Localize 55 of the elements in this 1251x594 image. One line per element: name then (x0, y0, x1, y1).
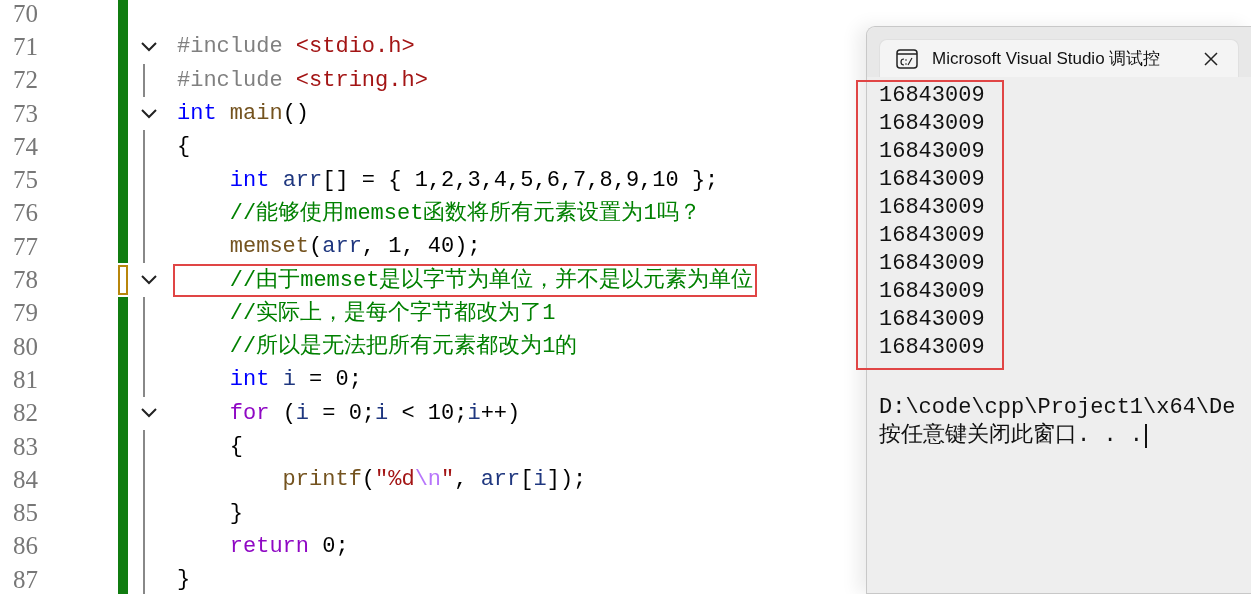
code-line: #include <stdio.h> (176, 33, 416, 62)
line-number: 72 (12, 66, 39, 95)
output-line: 16843009 (879, 138, 985, 166)
line-number: 84 (12, 465, 39, 494)
output-line: D:\code\cpp\Project1\x64\De (879, 394, 1237, 422)
line-number: 70 (12, 0, 39, 28)
text-cursor (1145, 424, 1147, 448)
code-line: for (i = 0;i < 10;i++) (228, 399, 522, 428)
line-number: 80 (12, 332, 39, 361)
code-line: { (176, 133, 192, 162)
code-line: printf("%d\n", arr[i]); (281, 466, 588, 495)
output-line: 16843009 (879, 166, 985, 194)
close-icon[interactable] (1204, 51, 1218, 66)
code-line: return 0; (228, 532, 350, 561)
output-line: 16843009 (879, 110, 985, 138)
line-number: 73 (12, 99, 39, 128)
code-line: } (176, 566, 192, 594)
output-line: 按任意键关闭此窗口. . . (879, 422, 1143, 450)
output-line: 16843009 (879, 222, 985, 250)
code-line: memset(arr, 1, 40); (228, 233, 482, 262)
line-number: 76 (12, 199, 39, 228)
line-number: 86 (12, 532, 39, 561)
line-number: 75 (12, 166, 39, 195)
line-number: 87 (12, 565, 39, 594)
code-line: int i = 0; (228, 366, 363, 395)
console-tab[interactable]: Microsoft Visual Studio 调试控 (879, 39, 1239, 77)
line-number: 74 (12, 132, 39, 161)
code-line: int arr[] = { 1,2,3,4,5,6,7,8,9,10 }; (228, 166, 720, 195)
line-number: 79 (12, 299, 39, 328)
output-line: 16843009 (879, 306, 985, 334)
line-number: 77 (12, 232, 39, 261)
output-line: 16843009 (879, 334, 985, 362)
code-line: { (228, 433, 244, 461)
code-line: //能够使用memset函数将所有元素设置为1吗？ (228, 199, 702, 228)
chevron-icon[interactable] (139, 107, 158, 120)
line-number: 82 (12, 399, 39, 428)
code-line: //所以是无法把所有元素都改为1的 (228, 332, 579, 362)
line-number: 78 (12, 266, 39, 294)
chevron-icon[interactable] (139, 407, 158, 420)
chevron-icon[interactable] (139, 40, 158, 53)
code-line: #include <string.h> (176, 66, 429, 95)
output-line: 16843009 (879, 194, 985, 222)
line-number: 85 (12, 499, 39, 528)
line-number: 71 (12, 32, 39, 61)
code-line: int main() (176, 100, 311, 129)
line-number: 83 (12, 432, 39, 461)
line-number: 81 (12, 365, 39, 394)
output-line: 16843009 (879, 82, 985, 110)
window-title: Microsoft Visual Studio 调试控 (932, 48, 1162, 70)
chevron-icon[interactable] (139, 274, 158, 286)
terminal-icon (896, 48, 918, 69)
code-line: } (228, 499, 244, 528)
code-line: //实际上，是每个字节都改为了1 (228, 299, 557, 328)
output-line: 16843009 (879, 250, 985, 278)
output-line: 16843009 (879, 278, 985, 306)
